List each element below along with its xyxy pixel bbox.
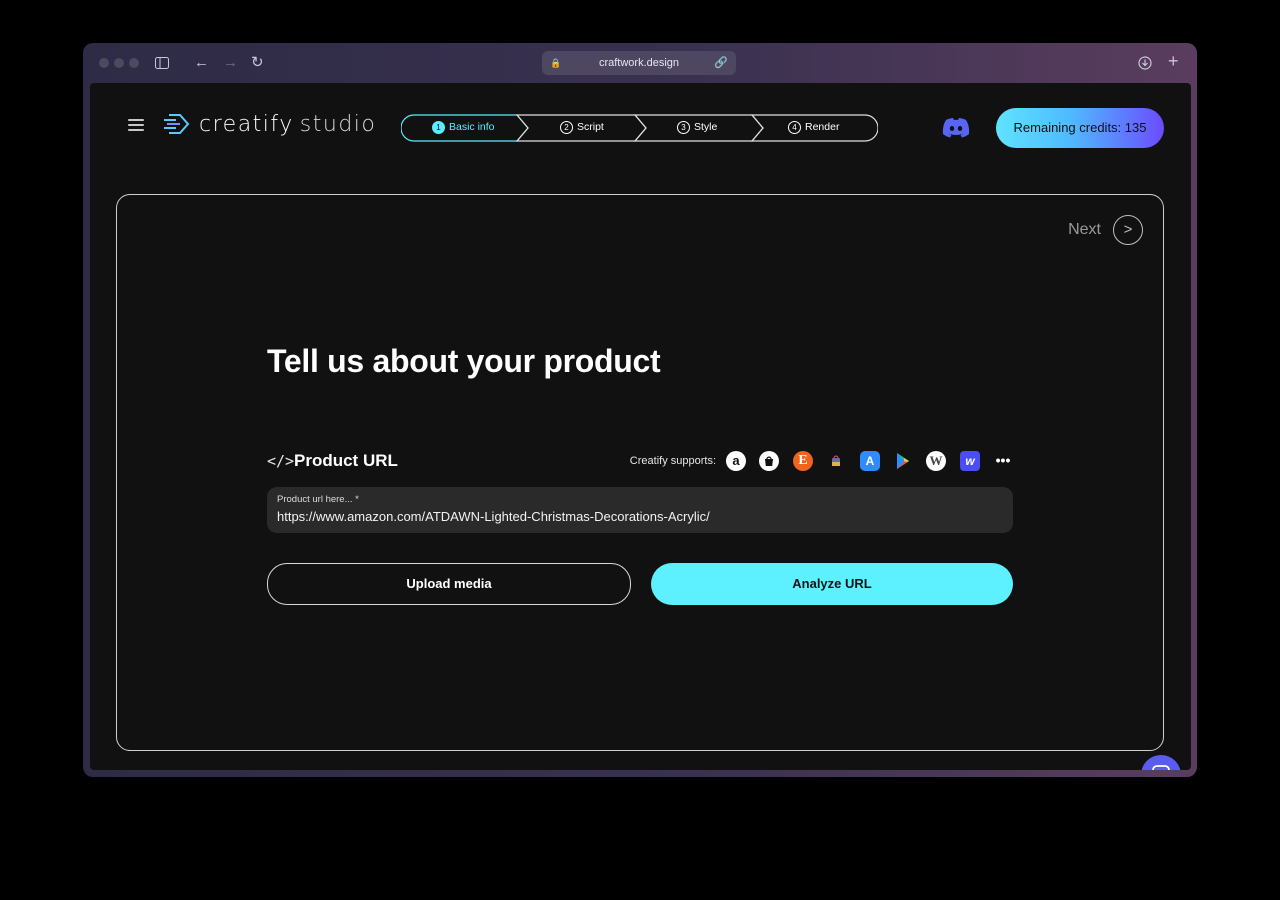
step-number: 2 xyxy=(560,120,573,134)
supports-label: Creatify supports: xyxy=(629,455,716,467)
logo-word: creatify xyxy=(199,111,294,137)
lock-icon: 🔒 xyxy=(550,58,562,68)
logo-wordmark: creatify studio xyxy=(199,112,376,137)
progress-stepper: 1 Basic info 2 Script 3 Style 4 Render xyxy=(401,114,878,142)
product-url-input[interactable]: Product url here... * https://www.amazon… xyxy=(267,487,1013,533)
logo-suffix: studio xyxy=(299,111,377,137)
etsy-icon[interactable]: E xyxy=(793,451,813,471)
product-url-header: </> Product URL Creatify supports: a E A… xyxy=(267,450,1013,474)
product-info-card: Next > Tell us about your product </> Pr… xyxy=(116,194,1164,751)
product-url-label: Product URL xyxy=(294,451,398,470)
step-basic-info[interactable]: 1 Basic info xyxy=(432,114,495,140)
creatify-logo[interactable]: creatify studio xyxy=(163,109,376,139)
wordpress-icon[interactable]: W xyxy=(926,451,946,471)
page-title: Tell us about your product xyxy=(267,343,661,379)
next-label[interactable]: Next xyxy=(1068,221,1101,239)
amazon-icon[interactable]: a xyxy=(726,451,746,471)
step-style[interactable]: 3 Style xyxy=(677,114,717,140)
step-label: Basic info xyxy=(449,121,495,133)
minimize-window-button[interactable] xyxy=(114,58,124,68)
google-play-icon[interactable] xyxy=(893,451,913,471)
zoom-window-button[interactable] xyxy=(129,58,139,68)
analyze-url-button[interactable]: Analyze URL xyxy=(651,563,1013,605)
step-number: 3 xyxy=(677,120,690,134)
address-bar[interactable]: 🔒 craftwork.design 🔗 xyxy=(542,51,736,75)
shopify-icon[interactable] xyxy=(759,451,779,471)
forward-arrow-icon[interactable]: → xyxy=(223,55,238,71)
browser-window: ← → ↻ 🔒 craftwork.design 🔗 + creatify stu… xyxy=(83,43,1197,777)
creatify-logo-mark-icon xyxy=(164,114,190,134)
download-icon[interactable] xyxy=(1138,56,1152,70)
step-label: Script xyxy=(577,121,604,133)
step-number: 4 xyxy=(788,120,801,134)
link-icon[interactable]: 🔗 xyxy=(714,51,728,75)
hamburger-menu-icon[interactable] xyxy=(128,119,144,131)
address-text: craftwork.design xyxy=(598,57,680,69)
browser-titlebar: ← → ↻ 🔒 craftwork.design 🔗 + xyxy=(83,43,1197,83)
app-page: creatify studio 1 Basic info 2 Script 3 S… xyxy=(90,83,1191,770)
input-placeholder: Product url here... * xyxy=(277,494,359,505)
close-window-button[interactable] xyxy=(99,58,109,68)
wix-icon[interactable]: w xyxy=(960,451,980,471)
next-navigation[interactable]: Next > xyxy=(1068,215,1143,245)
code-brackets-icon: </> xyxy=(267,452,295,470)
step-script[interactable]: 2 Script xyxy=(560,114,604,140)
back-arrow-icon[interactable]: ← xyxy=(194,55,209,71)
step-label: Render xyxy=(805,121,840,133)
discord-icon[interactable] xyxy=(941,116,971,140)
step-number: 1 xyxy=(432,120,445,134)
app-store-icon[interactable]: A xyxy=(860,451,880,471)
new-tab-plus-icon[interactable]: + xyxy=(1168,52,1179,70)
shop-bag-icon[interactable] xyxy=(826,451,846,471)
chat-support-button[interactable] xyxy=(1141,755,1181,770)
more-dots-icon[interactable]: ••• xyxy=(993,451,1013,471)
upload-media-button[interactable]: Upload media xyxy=(267,563,631,605)
chat-bubble-icon xyxy=(1152,765,1170,770)
next-chevron-right-icon[interactable]: > xyxy=(1113,215,1143,245)
input-value[interactable]: https://www.amazon.com/ATDAWN-Lighted-Ch… xyxy=(277,509,710,524)
reload-icon[interactable]: ↻ xyxy=(251,55,264,71)
step-render[interactable]: 4 Render xyxy=(788,114,839,140)
remaining-credits-button[interactable]: Remaining credits: 135 xyxy=(996,108,1164,148)
step-label: Style xyxy=(694,121,718,133)
sidebar-toggle-icon[interactable] xyxy=(155,57,169,69)
